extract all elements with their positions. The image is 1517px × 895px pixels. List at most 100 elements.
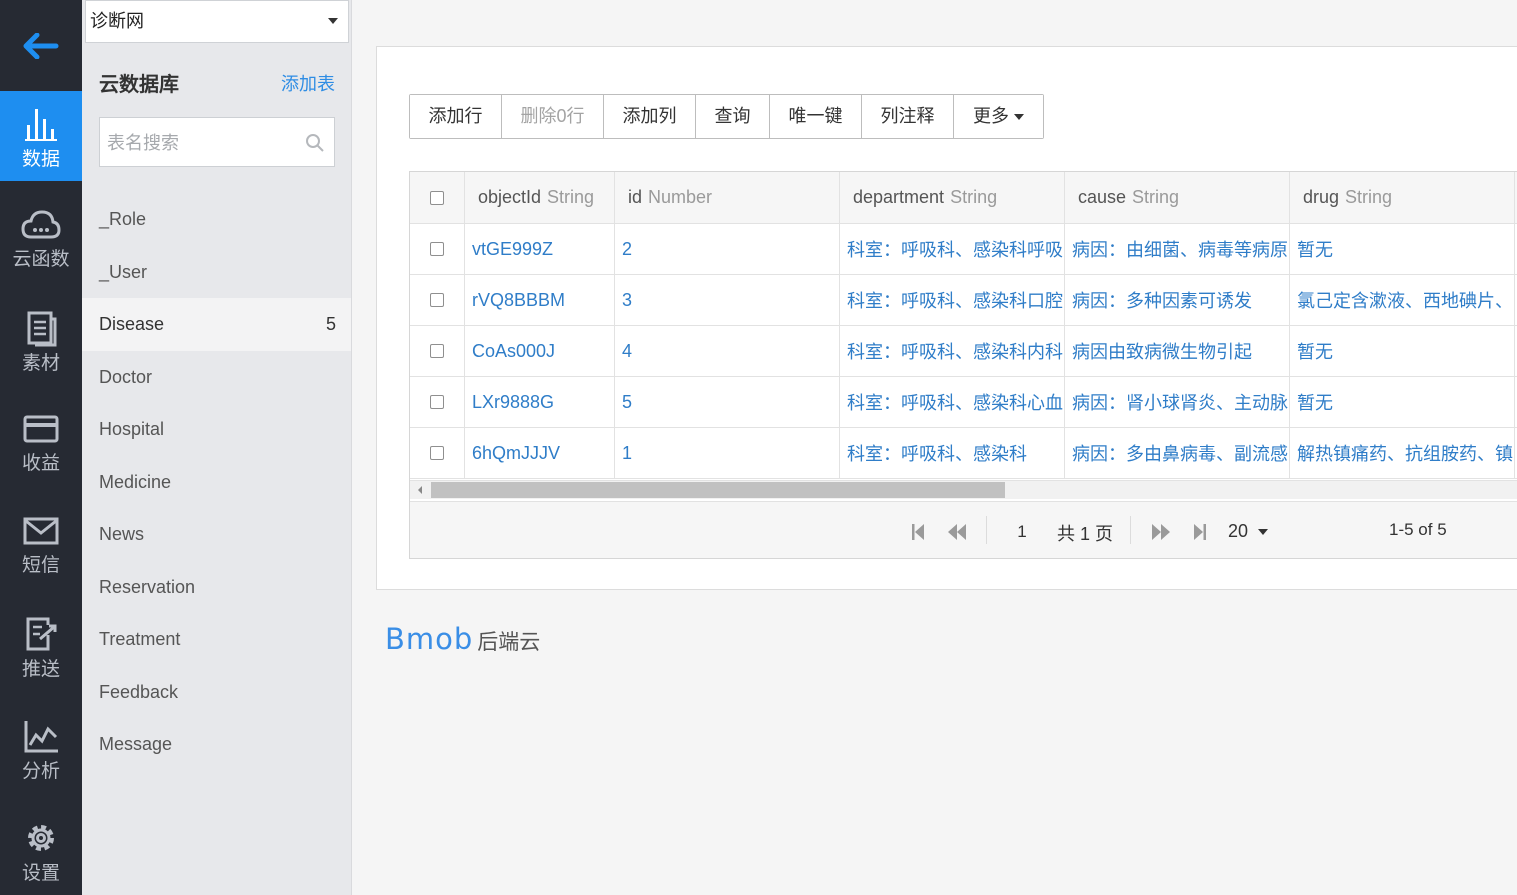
cell-id[interactable]: 5 (615, 377, 840, 427)
next-page-icon[interactable] (1151, 523, 1171, 541)
table-item-treatment[interactable]: Treatment (82, 613, 351, 666)
rail-item-revenue[interactable]: 收益 (0, 397, 82, 487)
table-row[interactable]: CoAs000J 4 科室：呼吸科、感染科内科 病因由致病微生物引起 暂无 (410, 326, 1517, 377)
table-row[interactable]: rVQ8BBBM 3 科室：呼吸科、感染科口腔 病因：多种因素可诱发 氯己定含漱… (410, 275, 1517, 326)
table-item-label: Hospital (99, 419, 165, 439)
first-page-icon[interactable] (911, 523, 925, 541)
column-header-cause[interactable]: cause String (1065, 172, 1290, 223)
row-checkbox[interactable] (430, 293, 444, 307)
table-item-news[interactable]: News (82, 508, 351, 561)
cell-department[interactable]: 科室：呼吸科、感染科呼吸 (840, 224, 1065, 274)
delete-rows-button[interactable]: 删除0行 (502, 95, 604, 138)
page-number-input[interactable] (1000, 517, 1044, 547)
table-row[interactable]: 6hQmJJJV 1 科室：呼吸科、感染科 病因：多由鼻病毒、副流感 解热镇痛药… (410, 428, 1517, 479)
column-name: id (628, 187, 643, 207)
unique-key-button[interactable]: 唯一键 (770, 95, 862, 138)
back-arrow-icon (23, 32, 59, 59)
cell-cause[interactable]: 病因：肾小球肾炎、主动脉 (1065, 377, 1290, 427)
scroll-left-icon[interactable] (418, 486, 422, 494)
last-page-icon[interactable] (1193, 523, 1207, 541)
table-item-medicine[interactable]: Medicine (82, 456, 351, 509)
column-comment-button[interactable]: 列注释 (862, 95, 954, 138)
rail-item-push[interactable]: 推送 (0, 601, 82, 691)
cell-cause[interactable]: 病因：多种因素可诱发 (1065, 275, 1290, 325)
cell-cause[interactable]: 病因：由细菌、病毒等病原 (1065, 224, 1290, 274)
add-column-button[interactable]: 添加列 (604, 95, 696, 138)
push-icon (26, 617, 57, 651)
rail-label: 素材 (21, 353, 60, 374)
table-item-message[interactable]: Message (82, 718, 351, 771)
cell-department[interactable]: 科室：呼吸科、感染科心血 (840, 377, 1065, 427)
cell-id[interactable]: 3 (615, 275, 840, 325)
scrollbar-thumb[interactable] (431, 482, 1005, 498)
rail-item-materials[interactable]: 素材 (0, 295, 82, 385)
rail-item-data[interactable]: 数据 (0, 91, 82, 181)
rail-item-sms[interactable]: 短信 (0, 499, 82, 589)
column-header-id[interactable]: id Number (615, 172, 840, 223)
query-button[interactable]: 查询 (696, 95, 770, 138)
data-panel: 添加行 删除0行 添加列 查询 唯一键 列注释 更多 objectId Strin… (376, 46, 1517, 590)
rail-item-analytics[interactable]: 分析 (0, 703, 82, 793)
add-table-link[interactable]: 添加表 (281, 70, 335, 96)
rail-label: 云函数 (12, 249, 70, 270)
rail-item-settings[interactable]: 设置 (0, 805, 82, 895)
column-header-department[interactable]: department String (840, 172, 1065, 223)
rail-item-cloud-functions[interactable]: 云函数 (0, 193, 82, 283)
row-checkbox[interactable] (430, 242, 444, 256)
column-header-drug[interactable]: drug String (1290, 172, 1515, 223)
cell-department[interactable]: 科室：呼吸科、感染科 (840, 428, 1065, 478)
table-item-label: _User (99, 261, 148, 282)
cell-objectid[interactable]: LXr9888G (465, 377, 615, 427)
table-search-input[interactable] (100, 118, 299, 168)
page-size-value: 20 (1228, 521, 1249, 541)
more-dropdown[interactable]: 更多 (954, 95, 1043, 138)
row-checkbox[interactable] (430, 344, 444, 358)
table-item-hospital[interactable]: Hospital (82, 403, 351, 456)
column-header-objectid[interactable]: objectId String (465, 172, 615, 223)
table-item-reservation[interactable]: Reservation (82, 561, 351, 614)
table-item-label: Feedback (99, 681, 179, 702)
line-chart-icon (24, 721, 58, 753)
column-type: String (547, 187, 595, 207)
cell-cause[interactable]: 病因：多由鼻病毒、副流感 (1065, 428, 1290, 478)
select-all-checkbox[interactable] (430, 190, 444, 205)
cell-drug[interactable]: 解热镇痛药、抗组胺药、镇 (1290, 428, 1515, 478)
cell-drug[interactable]: 暂无 (1290, 377, 1515, 427)
cell-cause[interactable]: 病因由致病微生物引起 (1065, 326, 1290, 376)
cell-id[interactable]: 4 (615, 326, 840, 376)
previous-page-icon[interactable] (947, 523, 967, 541)
cell-objectid[interactable]: rVQ8BBBM (465, 275, 615, 325)
cell-objectid[interactable]: 6hQmJJJV (465, 428, 615, 478)
cell-objectid[interactable]: vtGE999Z (465, 224, 615, 274)
caret-down-icon (1014, 114, 1024, 121)
cell-department[interactable]: 科室：呼吸科、感染科内科 (840, 326, 1065, 376)
row-checkbox[interactable] (430, 395, 444, 409)
card-icon (23, 415, 59, 443)
cell-department[interactable]: 科室：呼吸科、感染科口腔 (840, 275, 1065, 325)
table-item-user[interactable]: _User (82, 246, 351, 299)
cell-drug[interactable]: 暂无 (1290, 326, 1515, 376)
back-button[interactable] (0, 0, 82, 91)
cell-drug[interactable]: 氯己定含漱液、西地碘片、 (1290, 275, 1515, 325)
cell-id[interactable]: 1 (615, 428, 840, 478)
table-item-feedback[interactable]: Feedback (82, 666, 351, 719)
horizontal-scrollbar[interactable] (410, 480, 1517, 499)
app-select[interactable]: 诊断网 (85, 0, 349, 43)
search-icon[interactable] (305, 133, 325, 153)
cell-id[interactable]: 2 (615, 224, 840, 274)
row-checkbox[interactable] (430, 446, 444, 460)
cell-drug[interactable]: 暂无 (1290, 224, 1515, 274)
brand-logo: Bmob 后端云 (385, 622, 540, 656)
table-search (99, 117, 335, 168)
app-select-value: 诊断网 (90, 11, 144, 31)
table-row[interactable]: vtGE999Z 2 科室：呼吸科、感染科呼吸 病因：由细菌、病毒等病原 暂无 (410, 224, 1517, 275)
add-row-button[interactable]: 添加行 (410, 95, 502, 138)
table-item-doctor[interactable]: Doctor (82, 351, 351, 404)
page-size-select[interactable]: 20 (1228, 521, 1269, 542)
table-item-role[interactable]: _Role (82, 193, 351, 246)
table-item-disease[interactable]: Disease 5 (82, 298, 351, 351)
table-row[interactable]: LXr9888G 5 科室：呼吸科、感染科心血 病因：肾小球肾炎、主动脉 暂无 (410, 377, 1517, 428)
more-label: 更多 (973, 106, 1009, 126)
cell-objectid[interactable]: CoAs000J (465, 326, 615, 376)
table-item-label: Medicine (99, 471, 172, 492)
